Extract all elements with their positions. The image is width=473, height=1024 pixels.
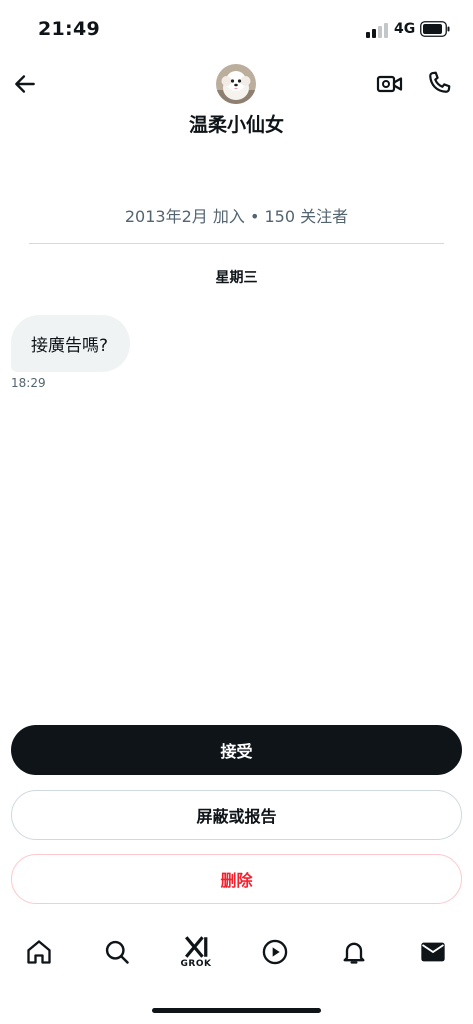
home-indicator[interactable] [152,1008,321,1013]
bottom-tab-bar: GROK [0,930,473,980]
grok-label: GROK [180,958,212,969]
arrow-left-icon [15,75,35,93]
bell-icon [343,942,365,964]
accept-label: 接受 [220,742,253,761]
report-label: 屏蔽或报告 [196,807,277,826]
conversation-header: 温柔小仙女 [0,60,473,145]
avatar[interactable] [216,64,256,104]
mail-icon [421,942,445,962]
message-bubble[interactable]: 接廣告嗎? [11,315,131,372]
battery-icon [420,21,450,37]
block-or-report-button[interactable]: 屏蔽或报告 [11,790,462,840]
back-button[interactable] [10,69,40,99]
message-timestamp: 18:29 [11,376,46,390]
phone-call-button[interactable] [425,69,453,97]
signal-icon [366,23,388,38]
status-bar: 21:49 4G [0,0,473,60]
phone-icon [429,71,451,93]
accept-button[interactable]: 接受 [11,725,462,775]
status-time: 21:49 [38,18,100,40]
divider [29,243,444,244]
home-icon [27,940,51,964]
delete-label: 删除 [220,871,253,890]
network-type: 4G [394,21,416,37]
message-text: 接廣告嗎? [31,336,109,356]
profile-join-info: 2013年2月 加入 • 150 关注者 [124,207,349,226]
play-icon [262,939,288,965]
video-call-button[interactable] [376,70,404,98]
contact-name[interactable]: 温柔小仙女 [0,110,473,137]
grok-icon [185,935,208,958]
delete-button[interactable]: 删除 [11,854,462,904]
search-icon [105,940,129,964]
dog-avatar-icon [216,64,256,104]
day-separator: 星期三 [215,270,258,286]
tab-notifications[interactable] [334,930,374,974]
tab-search[interactable] [97,930,137,974]
tab-messages[interactable] [413,930,453,974]
tab-home[interactable] [19,930,59,974]
tab-grok[interactable]: GROK [176,930,216,974]
video-icon [376,75,403,93]
tab-video[interactable] [255,930,295,974]
